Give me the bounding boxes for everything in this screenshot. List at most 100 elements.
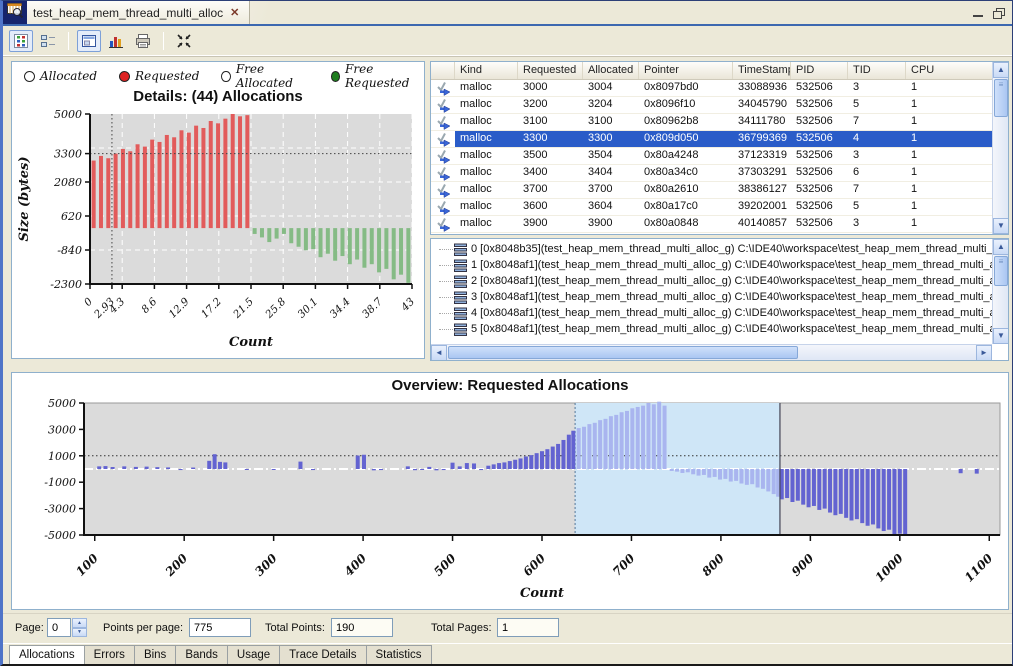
table-row[interactable]: malloc390039000x80a08484014085753250631 [431,216,1008,233]
checklist-button[interactable] [36,30,60,52]
cell-allocated: 3100 [583,114,639,130]
cell-pid: 532506 [791,97,848,113]
cell-pid: 532506 [791,165,848,181]
cell-allocated: 3004 [583,80,639,96]
grid-layout-button[interactable] [9,30,33,52]
stack-frame-item[interactable]: 3 [0x8048af1](test_heap_mem_thread_multi… [431,289,992,305]
scroll-down-icon[interactable]: ▼ [993,328,1009,344]
table-row[interactable]: malloc370037000x80a26103838612753250671 [431,182,1008,199]
column-header-cpu[interactable]: CPU [906,62,993,79]
overview-requested-allocations-chart[interactable]: 500030001000-1000-3000-50001002003004005… [12,395,1008,609]
view-toolbar [3,26,1012,57]
spinner-up-icon[interactable]: ▲ [72,618,87,628]
scroll-thumb[interactable] [448,346,798,359]
table-row[interactable]: malloc330033000x809d0503679936953250641 [431,131,1008,148]
table-vertical-scrollbar[interactable]: ▲ ≡ ▼ [992,62,1008,234]
page-input[interactable] [47,618,71,637]
scroll-left-icon[interactable]: ◄ [431,345,447,361]
stack-trace-list: 0 [0x8048b35](test_heap_mem_thread_multi… [431,241,992,344]
page-spinner[interactable]: ▲ ▼ [72,618,87,637]
svg-text:2080: 2080 [53,176,82,189]
tab-statistics[interactable]: Statistics [367,645,432,665]
print-button[interactable] [131,30,155,52]
cell-requested: 3600 [518,199,583,215]
scroll-down-icon[interactable]: ▼ [993,218,1009,234]
legend-radio-icon[interactable] [24,71,35,82]
stack-frame-item[interactable]: 0 [0x8048b35](test_heap_mem_thread_multi… [431,241,992,257]
svg-text:Count: Count [229,335,273,350]
svg-text:38.7: 38.7 [360,295,385,320]
legend-label: Allocated [40,69,97,83]
cell-allocated: 3900 [583,216,639,232]
cell-allocated: 3404 [583,165,639,181]
column-header-allocated[interactable]: Allocated [583,62,639,79]
tab-usage[interactable]: Usage [228,645,280,665]
table-row[interactable]: malloc360036040x80a17c03920200153250651 [431,199,1008,216]
stack-frame-item[interactable]: 1 [0x8048af1](test_heap_mem_thread_multi… [431,257,992,273]
cell-cpu: 1 [906,216,993,232]
column-header-pointer[interactable]: Pointer [639,62,733,79]
bar-chart-button[interactable] [104,30,128,52]
details-allocations-chart[interactable]: 500033002080620-840-230002.934.38.612.91… [12,108,422,356]
tab-bands[interactable]: Bands [176,645,228,665]
svg-text:Size (bytes): Size (bytes) [17,156,32,241]
scroll-up-icon[interactable]: ▲ [993,239,1009,255]
cell-tid: 7 [848,182,906,198]
tab-trace-details[interactable]: Trace Details [280,645,366,665]
scroll-thumb[interactable]: ≡ [994,256,1008,286]
legend-item-allocated[interactable]: Allocated [24,69,97,83]
fit-to-window-button[interactable] [172,30,196,52]
stack-frame-item[interactable]: 2 [0x8048af1](test_heap_mem_thread_multi… [431,273,992,289]
tab-curve [250,1,276,24]
column-header-kind[interactable]: Kind [455,62,518,79]
legend-item-requested[interactable]: Requested [119,69,199,83]
grid-layout-icon [13,33,29,49]
legend-radio-icon[interactable] [221,71,230,82]
legend-item-free-requested[interactable]: Free Requested [331,62,424,90]
table-header[interactable]: KindRequestedAllocatedPointerTimeStampPI… [431,62,1008,80]
cell-pointer: 0x80a0848 [639,216,733,232]
table-row[interactable]: malloc350035040x80a42483712331953250631 [431,148,1008,165]
stack-frame-item[interactable]: 4 [0x8048af1](test_heap_mem_thread_multi… [431,305,992,321]
tab-test-heap-mem-thread-multi-alloc[interactable]: test_heap_mem_thread_multi_alloc ✕ [27,1,250,24]
table-row[interactable]: malloc310031000x80962b83411178053250671 [431,114,1008,131]
list-horizontal-scrollbar[interactable]: ◄ ► [431,344,992,360]
restore-icon[interactable] [993,8,1004,18]
tab-close-icon[interactable]: ✕ [230,6,239,19]
spinner-down-icon[interactable]: ▼ [72,628,87,638]
cell-tid: 3 [848,80,906,96]
table-row[interactable]: malloc340034040x80a34c03730329153250661 [431,165,1008,182]
points-per-page-input[interactable] [189,618,251,637]
column-header-timestamp[interactable]: TimeStamp [733,62,791,79]
total-points-value [331,618,393,637]
overview-window-button[interactable] [77,30,101,52]
cell-cpu: 1 [906,165,993,181]
legend-radio-icon[interactable] [331,71,340,82]
cell-kind: malloc [455,199,518,215]
minimize-icon[interactable] [973,8,983,17]
tab-bins[interactable]: Bins [135,645,176,665]
column-header-tid[interactable]: TID [848,62,906,79]
total-pages-label: Total Pages: [431,622,492,634]
table-row[interactable]: malloc300030040x8097bd03308893653250631 [431,80,1008,97]
svg-text:-5000: -5000 [44,529,76,542]
tab-errors[interactable]: Errors [85,645,135,665]
svg-text:43: 43 [398,295,417,314]
column-header-icon[interactable] [431,62,455,79]
list-vertical-scrollbar[interactable]: ▲ ≡ ▼ [992,239,1008,344]
cell-pointer: 0x80a34c0 [639,165,733,181]
scroll-thumb[interactable]: ≡ [994,79,1008,117]
scroll-right-icon[interactable]: ► [976,345,992,361]
column-header-pid[interactable]: PID [791,62,848,79]
column-header-requested[interactable]: Requested [518,62,583,79]
cell-timestamp: 36799369 [733,131,791,147]
table-row[interactable]: malloc320032040x8096f103404579053250651 [431,97,1008,114]
tab-allocations[interactable]: Allocations [9,645,85,665]
svg-text:30.1: 30.1 [295,296,320,321]
svg-text:100: 100 [73,551,101,579]
legend-item-free-allocated[interactable]: Free Allocated [221,62,308,90]
cell-requested: 3300 [518,131,583,147]
legend-radio-icon[interactable] [119,71,130,82]
stack-frame-item[interactable]: 5 [0x8048af1](test_heap_mem_thread_multi… [431,321,992,337]
scroll-up-icon[interactable]: ▲ [993,62,1009,78]
